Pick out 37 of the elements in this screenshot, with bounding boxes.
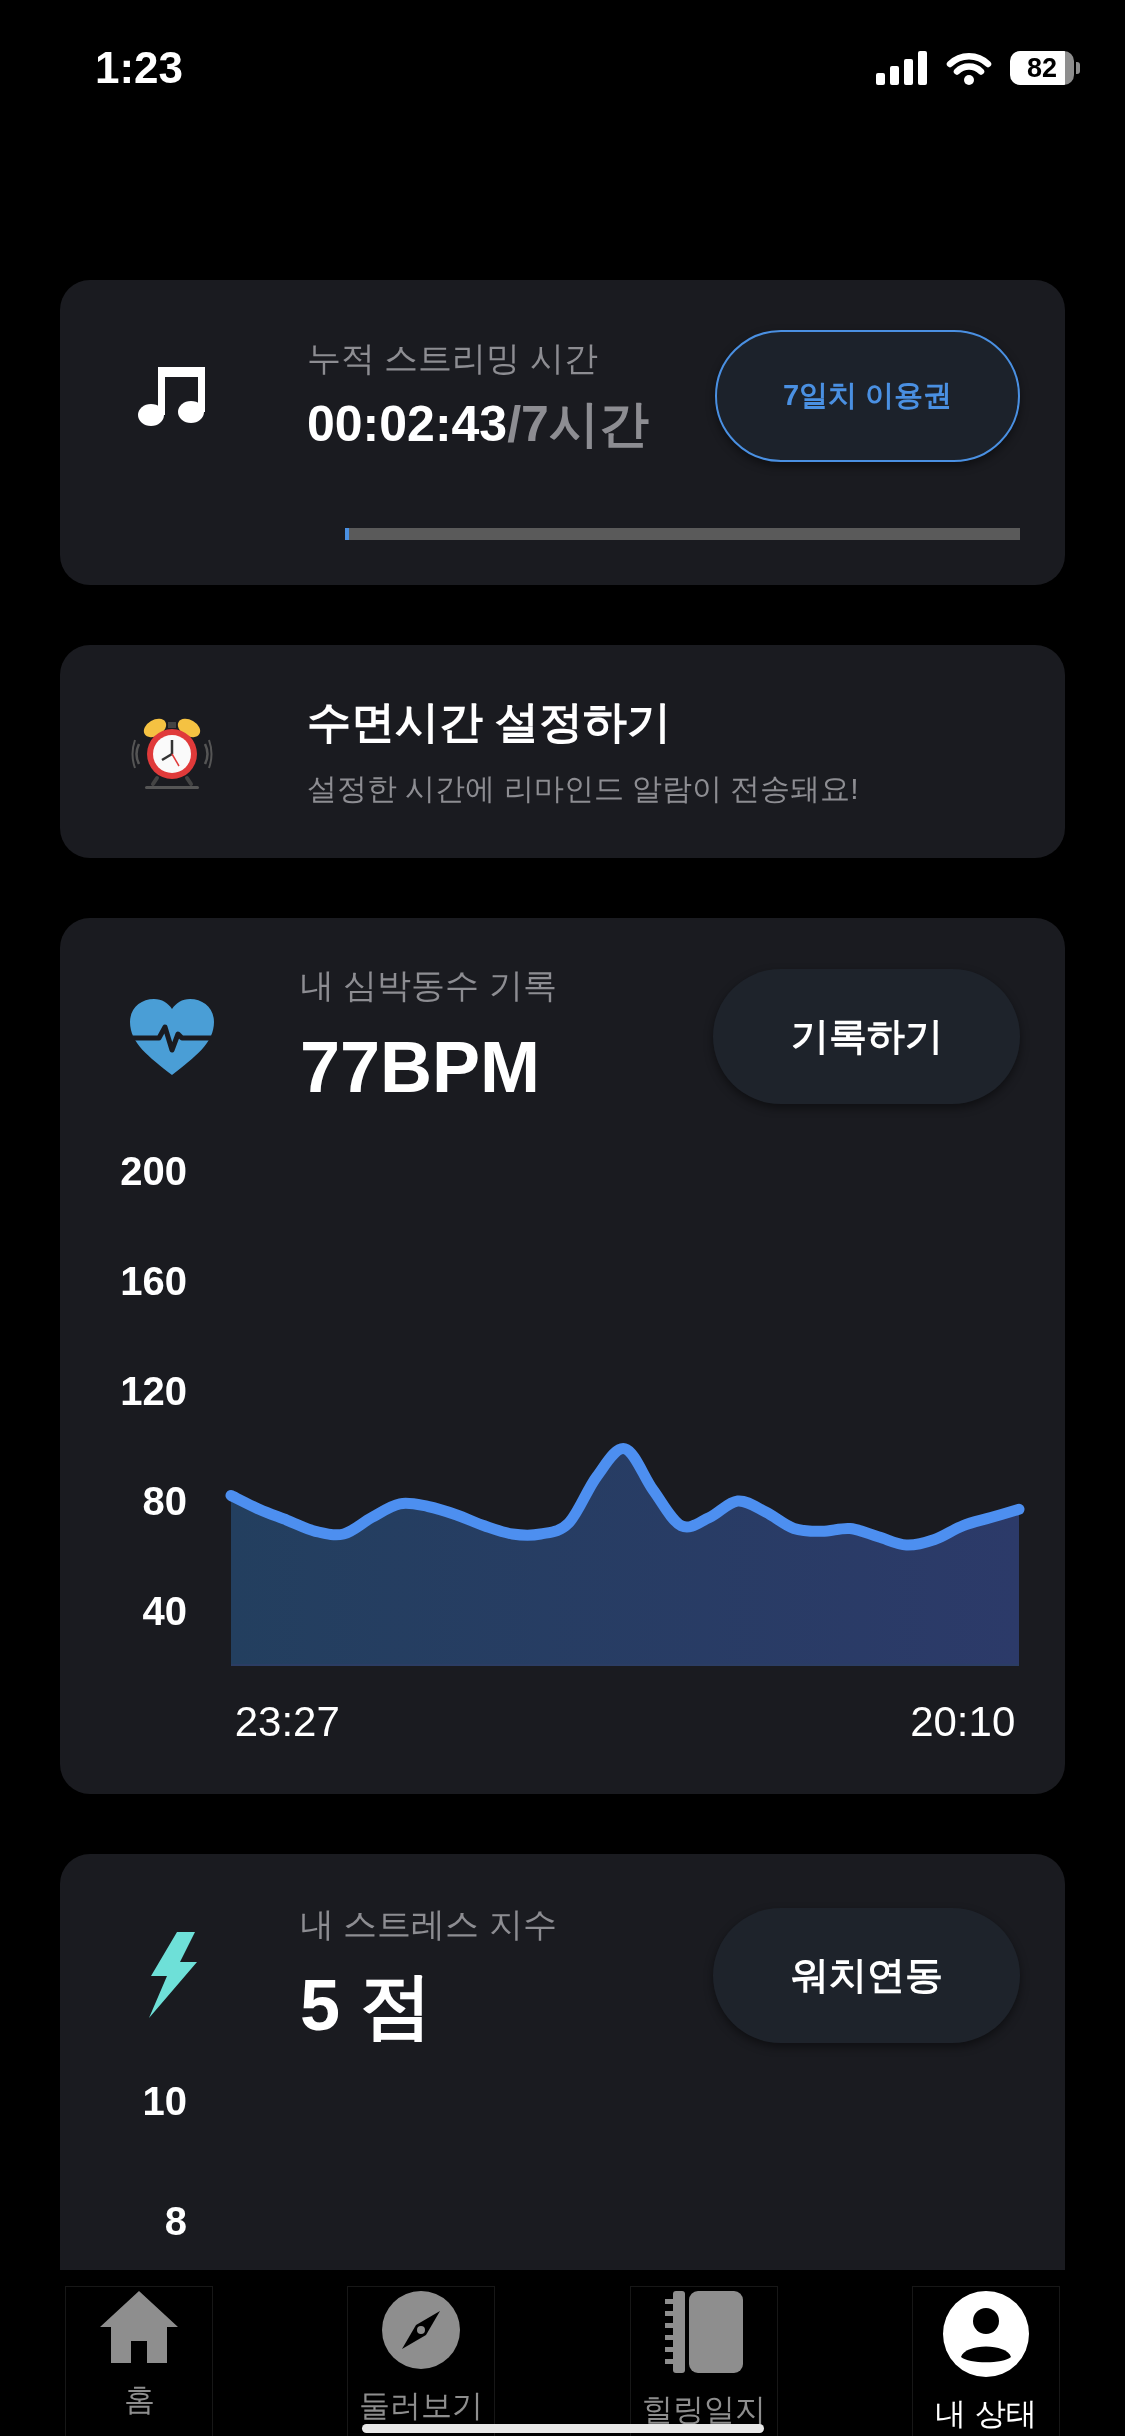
record-button[interactable]: 기록하기 (713, 969, 1020, 1105)
user-icon (943, 2291, 1029, 2377)
home-icon (100, 2291, 178, 2363)
compass-icon (382, 2291, 461, 2369)
heart-rate-value: 77BPM (300, 1025, 542, 1109)
sleep-subtitle: 설정한 시간에 리마인드 알람이 전송돼요! (307, 770, 860, 807)
y-axis-label: 8 (164, 2198, 187, 2246)
tab-item[interactable]: 홈 (65, 2286, 213, 2436)
y-axis-label: 160 (120, 1258, 187, 1303)
x-axis-label: 20:10 (910, 1697, 1016, 1745)
pass-button[interactable]: 7일치 이용권 (715, 330, 1020, 462)
heart-rate-label: 내 심박동수 기록 (300, 965, 558, 1006)
y-axis-label: 200 (120, 1148, 187, 1193)
sleep-card[interactable]: 수면시간 설정하기 설정한 시간에 리마인드 알람이 전송돼요! (60, 645, 1065, 858)
y-axis-label: 120 (120, 1368, 187, 1413)
time-limit: /7시간 (507, 395, 649, 455)
y-axis-label: 80 (142, 1478, 187, 1523)
y-axis-label: 10 (142, 2078, 187, 2126)
signal-icon (876, 51, 928, 85)
stress-label: 내 스트레스 지수 (300, 1903, 558, 1945)
notebook-icon (664, 2291, 743, 2373)
tab-item[interactable]: 둘러보기 (347, 2286, 496, 2436)
tab-item[interactable]: 내 상태 (912, 2286, 1060, 2436)
elapsed-time: 00:02:43 (307, 395, 508, 455)
streaming-time-label: 누적 스트리밍 시간 (307, 337, 599, 379)
music-note-icon (137, 365, 207, 427)
x-axis-label: 23:27 (234, 1697, 340, 1745)
battery-percentage: 82 (1026, 54, 1057, 82)
watch-link-button[interactable]: 워치연동 (713, 1907, 1020, 2043)
tab-item[interactable]: 힐링일지 (629, 2286, 778, 2436)
lightning-bolt-icon (147, 1932, 197, 2019)
sleep-title: 수면시간 설정하기 (307, 696, 673, 749)
stress-value: 5 점 (300, 1964, 434, 2048)
y-axis-label: 40 (142, 1588, 187, 1633)
status-time: 1:23 (95, 46, 184, 90)
heart-pulse-icon (129, 997, 215, 1076)
wifi-icon (946, 51, 992, 85)
